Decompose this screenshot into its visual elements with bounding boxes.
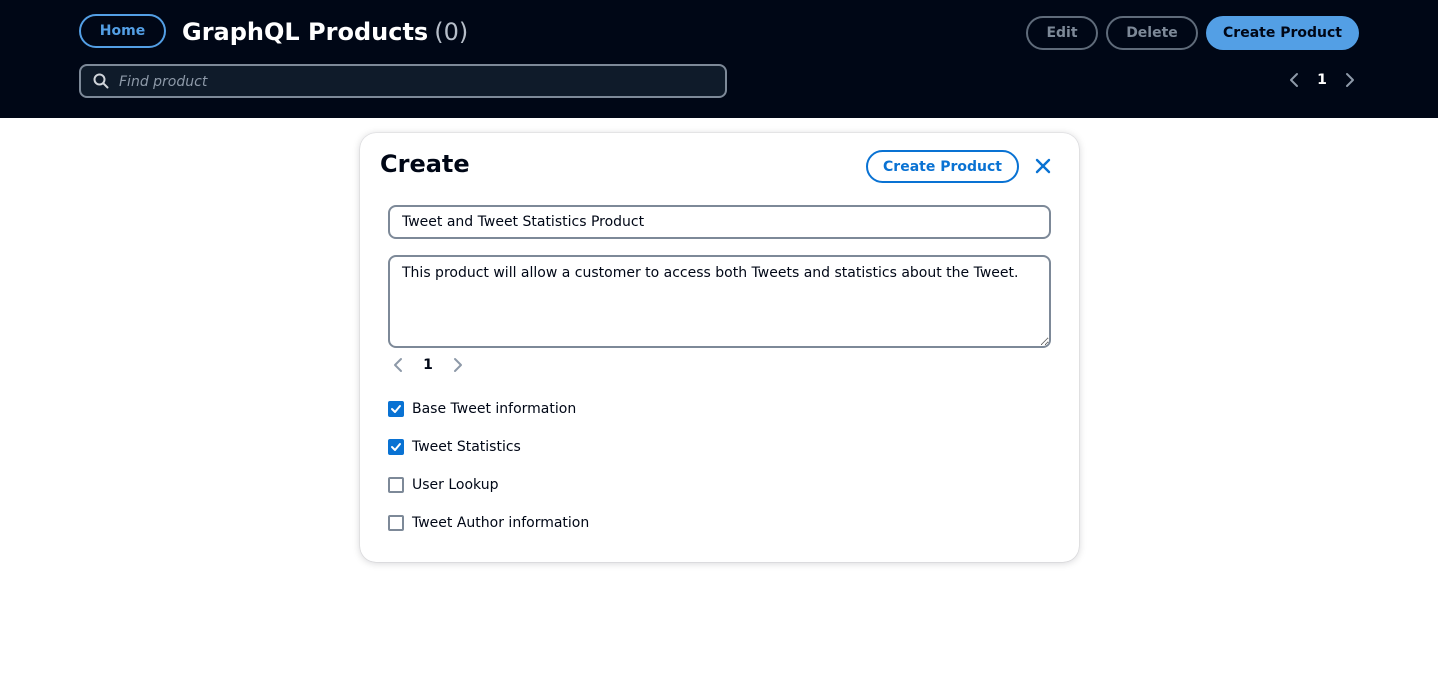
create-modal: Create Create Product This product will …: [360, 133, 1079, 562]
option-user-lookup[interactable]: User Lookup: [388, 475, 498, 495]
checkbox-unchecked[interactable]: [388, 477, 404, 493]
modal-pagination: 1: [388, 355, 468, 375]
check-icon: [391, 405, 401, 413]
chevron-left-icon[interactable]: [388, 355, 408, 375]
chevron-left-icon[interactable]: [1284, 70, 1304, 90]
option-label: Tweet Statistics: [412, 439, 521, 455]
option-tweet-author-information[interactable]: Tweet Author information: [388, 513, 589, 533]
page-title-text: GraphQL Products: [182, 18, 429, 46]
product-name-input[interactable]: [388, 205, 1051, 239]
option-tweet-statistics[interactable]: Tweet Statistics: [388, 437, 521, 457]
edit-button[interactable]: Edit: [1026, 16, 1098, 50]
checkbox-checked[interactable]: [388, 401, 404, 417]
modal-page-number[interactable]: 1: [416, 357, 440, 373]
close-icon[interactable]: [1032, 155, 1054, 177]
product-count: (0): [434, 18, 469, 46]
search-box: [79, 64, 727, 98]
delete-button[interactable]: Delete: [1106, 16, 1198, 50]
option-label: Tweet Author information: [412, 515, 590, 531]
home-button[interactable]: Home: [79, 14, 166, 48]
search-icon: [93, 73, 109, 93]
checkbox-checked[interactable]: [388, 439, 404, 455]
create-product-button[interactable]: Create Product: [1206, 16, 1359, 50]
product-description-input[interactable]: This product will allow a customer to ac…: [388, 255, 1051, 348]
check-icon: [391, 443, 401, 451]
top-pagination: 1: [1284, 70, 1360, 90]
modal-create-product-button[interactable]: Create Product: [866, 150, 1019, 183]
option-label: Base Tweet information: [412, 401, 577, 417]
modal-title: Create: [380, 150, 470, 178]
option-base-tweet-information[interactable]: Base Tweet information: [388, 399, 576, 419]
chevron-right-icon[interactable]: [1340, 70, 1360, 90]
option-label: User Lookup: [412, 477, 499, 493]
page-title: GraphQL Products (0): [182, 14, 468, 50]
page-number[interactable]: 1: [1310, 72, 1334, 88]
checkbox-unchecked[interactable]: [388, 515, 404, 531]
search-input[interactable]: [117, 66, 721, 98]
chevron-right-icon[interactable]: [448, 355, 468, 375]
top-header: Home GraphQL Products (0) Edit Delete Cre…: [0, 0, 1438, 118]
